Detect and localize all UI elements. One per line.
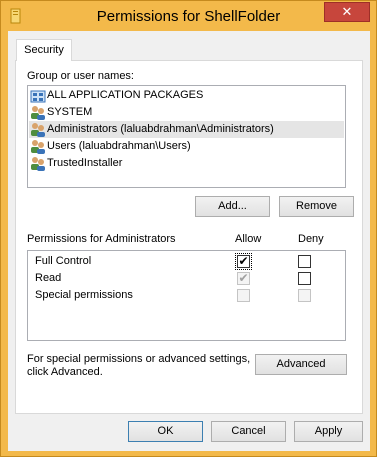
ok-button[interactable]: OK xyxy=(128,421,203,442)
users-list[interactable]: ALL APPLICATION PACKAGES SYSTEM Administ… xyxy=(27,85,346,188)
title-bar[interactable]: Permissions for ShellFolder ✕ xyxy=(1,1,376,31)
list-item-label: TrustedInstaller xyxy=(47,157,123,169)
users-icon xyxy=(31,123,45,137)
window-title: Permissions for ShellFolder xyxy=(96,8,281,25)
list-item[interactable]: Users (laluabdrahman\Users) xyxy=(29,138,344,155)
add-button[interactable]: Add... xyxy=(195,196,270,217)
table-row: Read ✔ xyxy=(28,271,345,287)
permission-name: Read xyxy=(35,272,62,284)
users-icon xyxy=(31,157,45,171)
advanced-hint-line1: For special permissions or advanced sett… xyxy=(27,353,251,365)
deny-checkbox-full-control[interactable] xyxy=(298,255,311,268)
dialog-window: Permissions for ShellFolder ✕ Security G… xyxy=(0,0,377,457)
list-item[interactable]: TrustedInstaller xyxy=(29,155,344,172)
list-item[interactable]: Administrators (laluabdrahman\Administra… xyxy=(29,121,344,138)
permission-name: Full Control xyxy=(35,255,92,267)
tab-security[interactable]: Security xyxy=(16,39,72,61)
packages-icon xyxy=(30,90,46,103)
remove-button[interactable]: Remove xyxy=(279,196,354,217)
users-icon xyxy=(31,106,45,120)
permissions-label: Permissions for Administrators xyxy=(27,233,176,245)
cancel-button[interactable]: Cancel xyxy=(211,421,286,442)
deny-checkbox-special[interactable] xyxy=(298,289,311,302)
allow-checkbox-read[interactable]: ✔ xyxy=(237,272,250,285)
advanced-hint-line2: click Advanced. xyxy=(27,366,103,378)
allow-checkbox-full-control[interactable]: ✔ xyxy=(235,253,252,270)
close-icon: ✕ xyxy=(341,4,353,19)
deny-checkbox-read[interactable] xyxy=(298,272,311,285)
allow-header: Allow xyxy=(235,233,262,245)
permission-name: Special permissions xyxy=(35,289,133,301)
permissions-table: Full Control ✔ Read ✔ Special permission… xyxy=(27,250,346,341)
list-item-label: ALL APPLICATION PACKAGES xyxy=(47,89,204,101)
users-icon xyxy=(31,140,45,154)
list-item-label: Users (laluabdrahman\Users) xyxy=(47,140,191,152)
deny-header: Deny xyxy=(298,233,324,245)
advanced-button[interactable]: Advanced xyxy=(255,354,347,375)
table-row: Special permissions xyxy=(28,288,345,304)
group-names-label: Group or user names: xyxy=(27,70,134,82)
list-item-label: SYSTEM xyxy=(47,106,93,118)
allow-checkbox-special[interactable] xyxy=(237,289,250,302)
close-button[interactable]: ✕ xyxy=(324,2,370,22)
list-item-label: Administrators (laluabdrahman\Administra… xyxy=(47,123,274,135)
list-item[interactable]: ALL APPLICATION PACKAGES xyxy=(29,87,344,104)
security-panel: Group or user names: ALL APPLICATION PAC… xyxy=(15,60,363,414)
dialog-client: Security Group or user names: ALL APPLIC… xyxy=(8,31,370,451)
table-row: Full Control ✔ xyxy=(28,253,345,270)
apply-button[interactable]: Apply xyxy=(294,421,363,442)
list-item[interactable]: SYSTEM xyxy=(29,104,344,121)
